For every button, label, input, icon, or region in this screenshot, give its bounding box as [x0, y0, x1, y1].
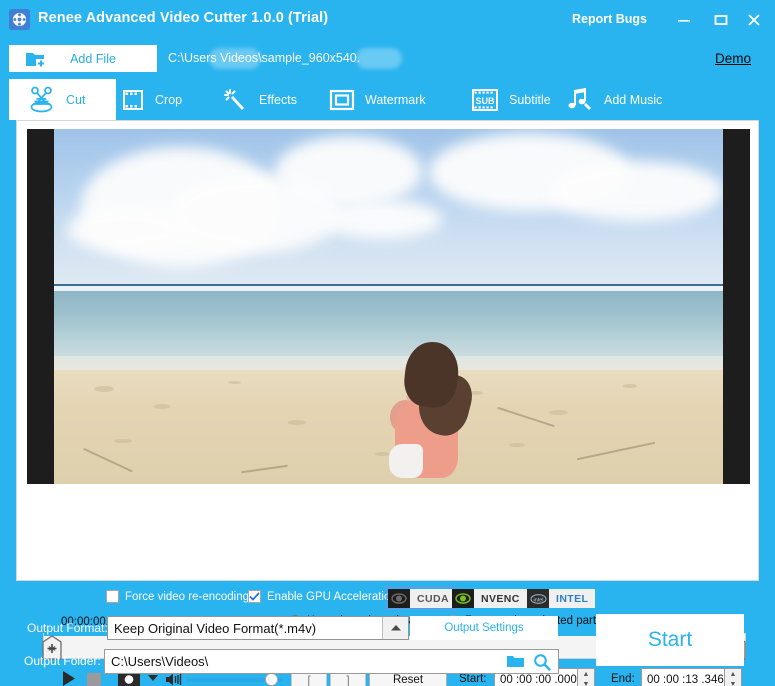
pillarbox-right — [723, 129, 750, 484]
tab-effects-label: Effects — [259, 93, 297, 107]
close-icon[interactable] — [742, 9, 766, 31]
film-reel-icon — [9, 9, 30, 30]
tab-subtitle[interactable]: SUB Subtitle — [470, 79, 551, 120]
video-frame — [54, 129, 723, 484]
tab-cut-label: Cut — [66, 93, 85, 107]
app-window: Renee Advanced Video Cutter 1.0.0 (Trial… — [0, 0, 775, 686]
music-note-icon — [565, 86, 595, 114]
pillarbox-left — [27, 129, 54, 484]
demo-link[interactable]: Demo — [715, 51, 751, 66]
folder-icon[interactable] — [500, 654, 530, 669]
checkbox-gpu-acceleration-box — [248, 590, 261, 603]
checkbox-force-reencoding-box — [106, 590, 119, 603]
badge-nvenc[interactable]: NVENC — [452, 589, 527, 608]
magic-wand-icon — [222, 87, 250, 113]
output-folder-value: C:\Users\Videos\ — [105, 654, 500, 669]
end-label: End: — [611, 673, 635, 685]
nvidia-eye-icon — [388, 589, 410, 608]
add-file-icon — [25, 49, 47, 69]
cloud — [322, 200, 442, 239]
output-settings-button[interactable]: Output Settings — [410, 616, 558, 640]
nvidia-eye-icon — [452, 589, 474, 608]
stepper-up[interactable]: ▲ — [578, 669, 594, 680]
volume-slider-knob[interactable] — [265, 673, 278, 686]
file-path-text: C:\Users Videos\sample_960x540. — [168, 51, 360, 65]
sub-film-icon: SUB — [470, 87, 500, 113]
output-folder-input[interactable]: C:\Users\Videos\ — [104, 649, 559, 674]
redaction-blur-1 — [209, 48, 261, 69]
search-icon[interactable] — [530, 653, 558, 671]
tab-cut[interactable]: Cut — [9, 79, 116, 120]
cloud — [67, 207, 187, 253]
checkbox-force-reencoding[interactable]: Force video re-encoding — [106, 590, 249, 603]
start-time-stepper[interactable]: ▲ ▼ — [578, 668, 595, 686]
intel-icon: intel — [527, 589, 549, 608]
redaction-blur-2 — [356, 48, 402, 69]
output-format-label: Output Format: — [27, 621, 108, 635]
tab-add-music-label: Add Music — [604, 93, 662, 107]
checkbox-gpu-acceleration-label: Enable GPU Acceleration — [267, 591, 397, 603]
options-row: Force video re-encoding Enable GPU Accel… — [0, 589, 775, 611]
scissors-icon — [27, 86, 57, 114]
tab-add-music[interactable]: Add Music — [565, 79, 662, 120]
svg-text:SUB: SUB — [475, 96, 495, 106]
title-bar: Renee Advanced Video Cutter 1.0.0 (Trial… — [0, 0, 775, 40]
add-file-button[interactable]: Add File — [9, 45, 157, 72]
tab-subtitle-label: Subtitle — [509, 93, 551, 107]
tab-effects[interactable]: Effects — [222, 79, 297, 120]
svg-text:intel: intel — [533, 597, 543, 603]
cloud — [549, 161, 723, 221]
checkbox-gpu-acceleration[interactable]: Enable GPU Acceleration — [248, 590, 397, 603]
output-folder-label: Output Folder: — [24, 654, 101, 668]
add-file-label: Add File — [47, 52, 157, 66]
badge-intel[interactable]: intel INTEL — [527, 589, 595, 608]
volume-icon[interactable] — [165, 672, 182, 686]
stepper-down[interactable]: ▼ — [725, 680, 741, 686]
output-format-select[interactable]: Keep Original Video Format(*.m4v) — [107, 616, 409, 640]
end-time-input[interactable]: 00 :00 :13 .346 — [641, 668, 725, 686]
app-title: Renee Advanced Video Cutter 1.0.0 (Trial… — [38, 10, 328, 26]
person-on-beach — [368, 342, 488, 484]
tab-watermark-label: Watermark — [365, 93, 426, 107]
frame-icon — [328, 88, 356, 112]
tab-crop-label: Crop — [155, 93, 182, 107]
stop-button[interactable] — [87, 673, 101, 686]
tab-watermark[interactable]: Watermark — [328, 79, 426, 120]
stepper-down[interactable]: ▼ — [578, 680, 594, 686]
start-label: Start: — [459, 673, 486, 685]
minimize-icon[interactable] — [672, 9, 696, 31]
checkbox-force-reencoding-label: Force video re-encoding — [125, 591, 249, 603]
chevron-down-icon — [147, 673, 159, 683]
maximize-icon[interactable] — [709, 9, 733, 31]
badge-cuda[interactable]: CUDA — [388, 589, 456, 608]
main-panel: 00:00:00.000 / 00:00:13.346 Cut mode: Ke… — [16, 120, 759, 581]
play-button[interactable] — [61, 670, 77, 686]
badge-intel-label: INTEL — [549, 589, 595, 608]
stepper-up[interactable]: ▲ — [725, 669, 741, 680]
video-preview[interactable] — [27, 129, 750, 484]
film-strip-icon — [120, 87, 146, 113]
tab-crop[interactable]: Crop — [120, 79, 182, 120]
start-button[interactable]: Start — [596, 614, 744, 666]
chevron-up-icon[interactable] — [382, 617, 408, 639]
output-format-value: Keep Original Video Format(*.m4v) — [108, 621, 316, 636]
tab-bar: Cut Crop — [0, 79, 775, 120]
report-bugs-link[interactable]: Report Bugs — [572, 12, 647, 26]
end-time-stepper[interactable]: ▲ ▼ — [725, 668, 742, 686]
badge-cuda-label: CUDA — [410, 589, 456, 608]
cloud — [275, 136, 422, 207]
badge-nvenc-label: NVENC — [474, 589, 527, 608]
